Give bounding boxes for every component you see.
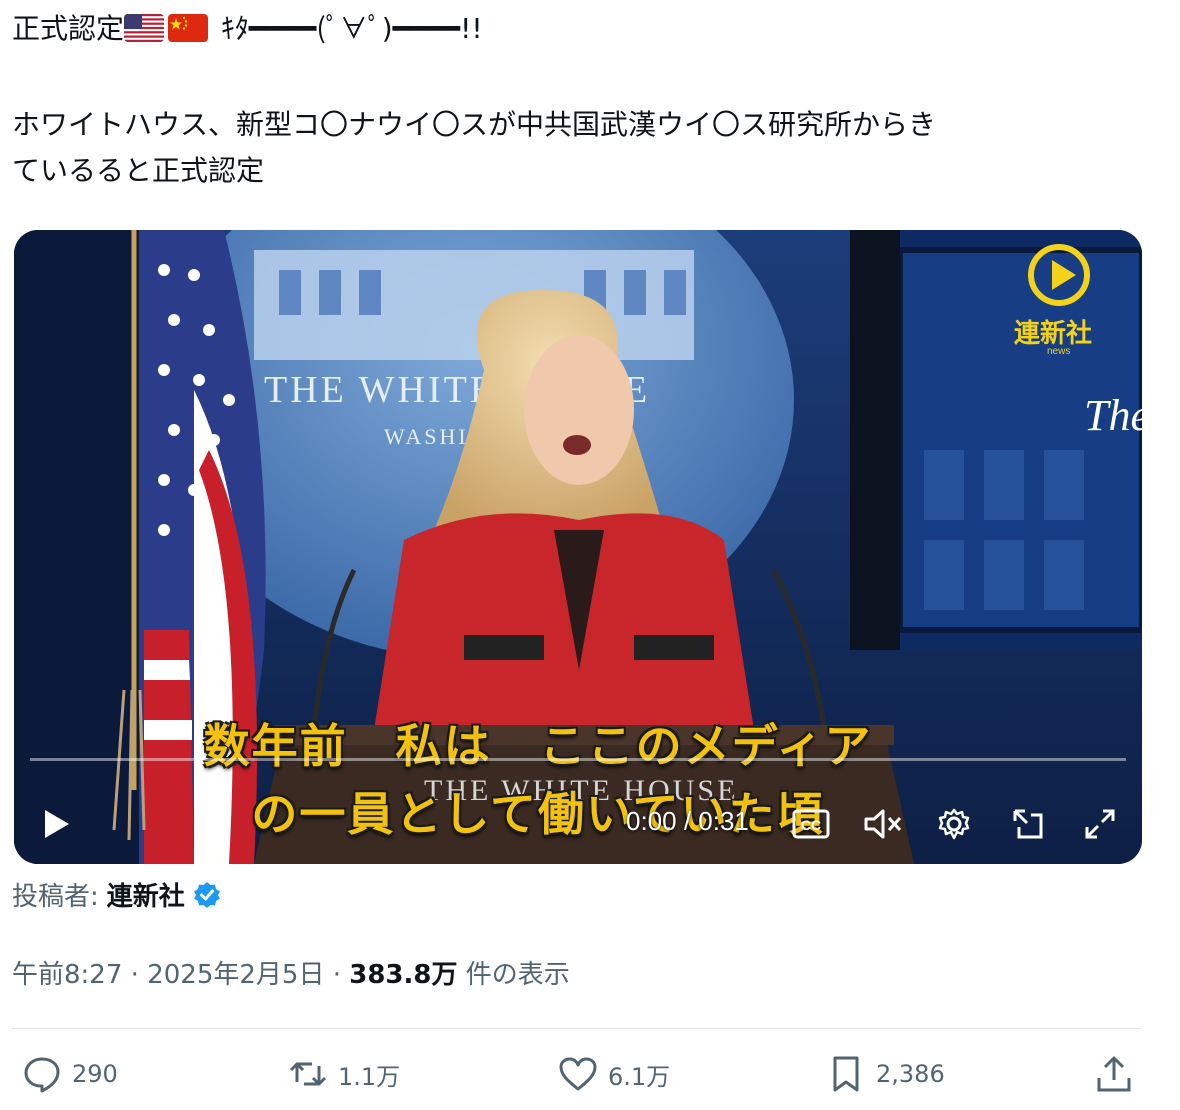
post-time[interactable]: 午前8:27 bbox=[12, 960, 122, 990]
views-count: 383.8万 bbox=[349, 960, 458, 990]
subtitle-line-1: 数年前 私は ここのメディア bbox=[203, 720, 873, 772]
repost-button[interactable]: 1.1万 bbox=[288, 1054, 400, 1094]
mute-icon bbox=[864, 809, 902, 839]
bookmark-count: 2,386 bbox=[876, 1060, 945, 1088]
side-text: The bbox=[1084, 391, 1142, 440]
divider bbox=[12, 1028, 1142, 1029]
like-button[interactable]: 6.1万 bbox=[558, 1054, 670, 1094]
mute-button[interactable] bbox=[860, 804, 906, 844]
watermark-sub-text: news bbox=[1047, 346, 1070, 357]
share-icon bbox=[1097, 1056, 1131, 1092]
views-label: 件の表示 bbox=[457, 960, 570, 990]
repost-count: 1.1万 bbox=[338, 1062, 401, 1091]
post-line-1-prefix: 正式認定 bbox=[12, 12, 125, 45]
progress-bar[interactable] bbox=[30, 758, 1126, 761]
like-icon bbox=[559, 1057, 597, 1091]
video-player[interactable]: The THE WHITE HOUSE WASHINGTON bbox=[14, 230, 1142, 864]
byline-author[interactable]: 連新社 bbox=[107, 876, 185, 913]
fullscreen-button[interactable] bbox=[1080, 804, 1120, 844]
settings-button[interactable] bbox=[934, 804, 974, 844]
china-flag-icon bbox=[168, 14, 209, 42]
watermark-text: 連新社 bbox=[1014, 318, 1092, 348]
share-button[interactable] bbox=[1094, 1054, 1134, 1094]
reply-count: 290 bbox=[72, 1060, 118, 1088]
us-flag-icon bbox=[124, 14, 165, 42]
svg-text:CC: CC bbox=[801, 817, 821, 833]
like-count: 6.1万 bbox=[608, 1062, 671, 1091]
settings-icon bbox=[938, 808, 970, 840]
pip-icon bbox=[1013, 809, 1043, 839]
post-text: 正式認定 ｷﾀ━━━━(ﾟ∀ﾟ)━━━━!! ホワイトハウス、新型コ〇ナウイ〇ス… bbox=[12, 6, 1152, 194]
play-icon bbox=[45, 810, 69, 838]
play-button[interactable] bbox=[36, 804, 76, 844]
post-line-1: 正式認定 ｷﾀ━━━━(ﾟ∀ﾟ)━━━━!! bbox=[12, 6, 1152, 52]
bookmark-icon bbox=[833, 1056, 859, 1092]
post-date[interactable]: 2025年2月5日 bbox=[147, 960, 324, 990]
captions-button[interactable]: CC bbox=[788, 804, 834, 844]
byline-label: 投稿者: bbox=[12, 882, 99, 912]
bookmark-button[interactable]: 2,386 bbox=[826, 1054, 945, 1094]
video-controls: 0:00 / 0:31 CC bbox=[14, 784, 1142, 864]
video-time: 0:00 / 0:31 bbox=[626, 806, 749, 836]
action-bar: 290 1.1万 6.1万 2,386 bbox=[0, 1054, 1180, 1102]
reply-button[interactable]: 290 bbox=[22, 1054, 118, 1094]
post-line-2: ホワイトハウス、新型コ〇ナウイ〇スが中共国武漢ウイ〇ス研究所からき bbox=[12, 108, 937, 141]
repost-icon bbox=[289, 1062, 327, 1086]
reply-icon bbox=[24, 1057, 60, 1093]
captions-icon: CC bbox=[792, 809, 830, 839]
fullscreen-icon bbox=[1085, 809, 1115, 839]
verified-icon bbox=[193, 881, 220, 908]
pip-button[interactable] bbox=[1008, 804, 1048, 844]
post-line-1-suffix: ｷﾀ━━━━(ﾟ∀ﾟ)━━━━!! bbox=[212, 12, 483, 45]
meta-separator-1: · bbox=[122, 960, 148, 990]
byline: 投稿者: 連新社 bbox=[12, 876, 221, 913]
post-line-3: ているると正式認定 bbox=[12, 154, 265, 187]
post-meta: 午前8:27 · 2025年2月5日 · 383.8万 件の表示 bbox=[12, 954, 570, 991]
meta-separator-2: · bbox=[324, 960, 350, 990]
